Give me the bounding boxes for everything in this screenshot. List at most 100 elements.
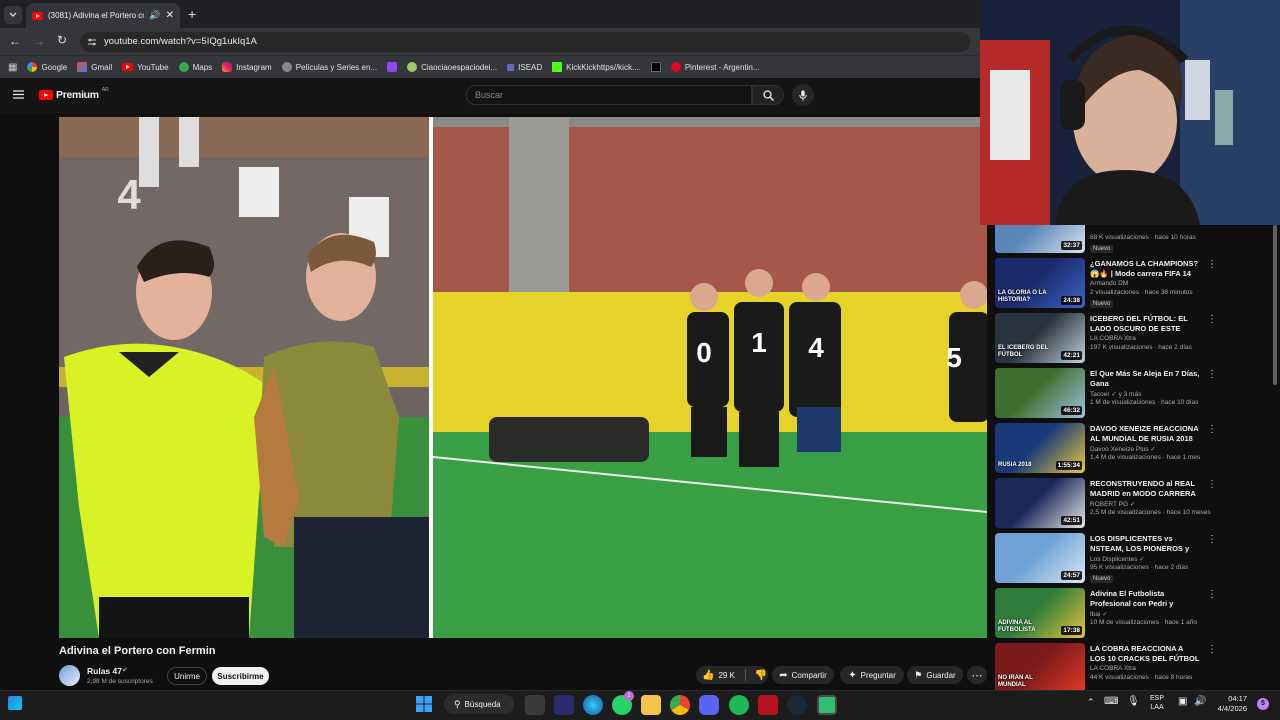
address-bar[interactable]: youtube.com/watch?v=5IQg1ukIq1A (80, 32, 970, 52)
channel-name[interactable]: Ibai ✓ (1090, 610, 1108, 618)
speaker-icon[interactable]: 🔊 (149, 10, 160, 21)
bookmark-maps[interactable]: Maps (178, 62, 212, 72)
back-icon[interactable]: ← (9, 34, 21, 48)
taskbar-search[interactable]: ⚲ Búsqueda (444, 694, 514, 714)
new-tab-button[interactable]: + (188, 6, 196, 22)
more-options-icon[interactable]: ⋮ (1207, 425, 1217, 437)
app-icon[interactable] (554, 695, 574, 715)
recommendation-item[interactable]: ADIVINA AL FUTBOLISTA 17:38 Adivina El Fut… (995, 588, 1275, 638)
channel-name[interactable]: ROBERT PG ✓ (1090, 500, 1135, 508)
channel-name[interactable]: LA COBRA Xtra (1090, 665, 1136, 672)
steam-icon[interactable] (787, 695, 807, 715)
network-icon[interactable]: ▣ (1178, 696, 1187, 707)
search-button[interactable] (752, 85, 784, 105)
channel-avatar[interactable] (59, 665, 80, 686)
more-options-icon[interactable]: ⋮ (1207, 315, 1217, 327)
video-thumbnail[interactable]: RUSIA 2018 1:55:34 (995, 423, 1085, 473)
keyboard-icon[interactable]: ⌨ (1104, 696, 1118, 707)
menu-icon[interactable] (13, 90, 24, 99)
forward-icon[interactable]: → (33, 34, 45, 48)
reload-icon[interactable]: ↻ (57, 33, 67, 47)
video-thumbnail[interactable]: ADIVINA AL FUTBOLISTA 17:38 (995, 588, 1085, 638)
more-options-icon[interactable]: ⋮ (1207, 370, 1217, 382)
video-title-link[interactable]: ICEBERG DEL FÚTBOL: EL LADO OSCURO DE ES… (1090, 314, 1200, 334)
tab-search-button[interactable] (4, 6, 22, 24)
video-title-link[interactable]: RECONSTRUYENDO al REAL MADRID en MODO CA… (1090, 479, 1200, 499)
bookmark-isead[interactable]: ISEAD (507, 63, 542, 72)
video-title-link[interactable]: LA COBRA REACCIONA A LOS 10 CRACKS DEL F… (1090, 644, 1200, 664)
browser-tab[interactable]: (3081) Adivina el Portero co 🔊 ✕ (26, 3, 180, 28)
discord-icon[interactable] (699, 695, 719, 715)
video-title-link[interactable]: ¿GANAMOS LA CHAMPIONS? 😱🔥 | Modo carrera… (1090, 259, 1200, 279)
clock[interactable]: 04:17 4/4/2026 (1213, 694, 1247, 714)
more-options-icon[interactable]: ⋮ (1207, 480, 1217, 492)
video-thumbnail[interactable]: LA GLORIA O LA HISTORIA? 24:38 (995, 258, 1085, 308)
join-button[interactable]: Unirme (167, 667, 207, 685)
channel-name[interactable]: Los Displicentes ✓ (1090, 555, 1145, 563)
bookmark-ciaociao[interactable]: Ciaociaoespaciodei... (407, 62, 497, 72)
bookmark-youtube[interactable]: YouTube (122, 63, 169, 72)
video-thumbnail[interactable]: 24:57 (995, 533, 1085, 583)
recommendation-item[interactable]: RUSIA 2018 1:55:34 DAVOO XENEIZE REACCIONA… (995, 423, 1275, 473)
recommendation-item[interactable]: 32:37 88 K visualizaciones · hace 10 hora… (995, 225, 1275, 253)
video-title-link[interactable]: Adivina El Futbolista Profesional con Pe… (1090, 589, 1200, 609)
chrome-icon[interactable] (670, 695, 690, 715)
file-explorer-icon[interactable] (641, 695, 661, 715)
bookmark-google[interactable]: Google (27, 62, 67, 72)
more-options-icon[interactable]: ⋮ (1207, 645, 1217, 657)
app-red-icon[interactable] (758, 695, 778, 715)
site-info-icon[interactable] (87, 37, 97, 47)
video-thumbnail[interactable]: 46:32 (995, 368, 1085, 418)
recommendation-item[interactable]: 42:51 RECONSTRUYENDO al REAL MADRID en MO… (995, 478, 1275, 528)
bookmark-kick[interactable]: KickKickhttps//kick.... (552, 62, 641, 72)
search-input[interactable]: Buscar (466, 85, 752, 105)
video-thumbnail[interactable]: EL ICEBERG DEL FÚTBOL 42:21 (995, 313, 1085, 363)
like-button[interactable]: 👍 29 K (702, 670, 735, 681)
volume-icon[interactable]: 🔊 (1194, 696, 1206, 707)
scrollbar[interactable] (1273, 225, 1277, 385)
bookmark-pinterest[interactable]: Pinterest - Argentin... (670, 62, 760, 72)
recommendation-item[interactable]: 46:32 El Que Más Se Aleja En 7 Días, Gana… (995, 368, 1275, 418)
channel-name[interactable]: Armando DM (1090, 280, 1128, 287)
apps-grid-icon[interactable]: ▦ (8, 62, 17, 73)
video-player[interactable]: 4 0 1 4 5 (59, 117, 987, 638)
app-green-icon[interactable] (817, 695, 837, 715)
save-button[interactable]: ⚑ Guardar (907, 666, 963, 684)
recommendation-item[interactable]: EL ICEBERG DEL FÚTBOL 42:21 ICEBERG DEL FÚ… (995, 313, 1275, 363)
bookmark-peliculas[interactable]: Películas y Series en... (281, 62, 377, 72)
channel-name[interactable]: Davoo Xeneize Plus ✓ (1090, 445, 1156, 453)
video-title-link[interactable]: El Que Más Se Aleja En 7 Días, Gana (1090, 369, 1200, 389)
more-actions-button[interactable]: ⋯ (967, 666, 987, 684)
thumbs-down-icon[interactable]: 👎 (755, 670, 767, 681)
spotify-icon[interactable] (729, 695, 749, 715)
mic-tray-icon[interactable]: 🎙 (1127, 696, 1140, 707)
start-button[interactable] (415, 695, 433, 713)
bookmark-gmail[interactable]: Gmail (77, 62, 112, 72)
video-thumbnail[interactable]: 32:37 (995, 225, 1085, 253)
voice-search-button[interactable] (792, 84, 814, 106)
ask-button[interactable]: ✦ Preguntar (840, 666, 904, 684)
video-thumbnail[interactable]: 42:51 (995, 478, 1085, 528)
video-thumbnail[interactable]: NO IRAN AL MUNDIAL (995, 643, 1085, 690)
more-options-icon[interactable]: ⋮ (1207, 260, 1217, 272)
notification-badge[interactable]: 5 (1257, 698, 1269, 710)
channel-name[interactable]: Tacoer ✓ y 3 más (1090, 390, 1141, 398)
bookmark-x[interactable] (650, 62, 661, 72)
bookmark-instagram[interactable]: Instagram (222, 62, 272, 72)
widgets-icon[interactable] (8, 696, 22, 710)
more-options-icon[interactable]: ⋮ (1207, 535, 1217, 547)
edge-icon[interactable] (583, 695, 603, 715)
recommendation-item[interactable]: LA GLORIA O LA HISTORIA? 24:38 ¿GANAMOS LA… (995, 258, 1275, 308)
bookmark-twitch[interactable] (387, 62, 398, 72)
recommendation-item[interactable]: NO IRAN AL MUNDIAL LA COBRA REACCIONA A L… (995, 643, 1275, 690)
language-indicator[interactable]: ESP LAA (1150, 694, 1164, 712)
video-title-link[interactable]: LOS DISPLICENTES vs NSTEAM, LOS PIONEROS… (1090, 534, 1200, 554)
subscribe-button[interactable]: Suscribirme (212, 667, 269, 685)
channel-name[interactable]: Rulas 47 (87, 666, 122, 676)
close-tab-icon[interactable]: ✕ (166, 10, 174, 21)
share-button[interactable]: ➦ Compartir (772, 666, 834, 684)
youtube-logo[interactable]: Premium AR (39, 87, 109, 101)
more-options-icon[interactable]: ⋮ (1207, 590, 1217, 602)
taskview-icon[interactable] (525, 695, 545, 715)
recommendation-item[interactable]: 24:57 LOS DISPLICENTES vs NSTEAM, LOS PIO… (995, 533, 1275, 583)
